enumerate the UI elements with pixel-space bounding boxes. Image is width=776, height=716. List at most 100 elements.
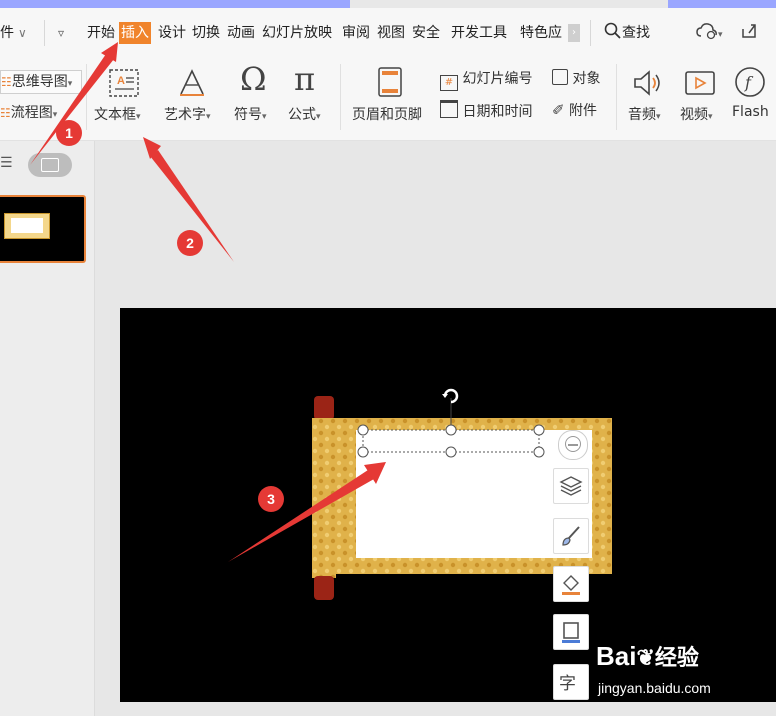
menu-divider: [590, 20, 591, 46]
search-label: 查找: [622, 25, 650, 41]
menu-tab-developer[interactable]: 开发工具: [451, 22, 507, 44]
menu-tab-home[interactable]: 开始: [87, 22, 115, 44]
date-time-label: 日期和时间: [462, 104, 533, 120]
chevron-right-icon[interactable]: ›: [568, 24, 580, 42]
flash-icon: f: [735, 67, 765, 97]
formula-label: 公式: [288, 107, 316, 123]
thumbnail-scroll-image: [4, 213, 50, 239]
menu-tab-security[interactable]: 安全: [412, 22, 440, 44]
title-strip: [0, 0, 776, 8]
title-strip-accent-left: [0, 0, 350, 8]
outline-color-button[interactable]: [553, 614, 589, 650]
watermark-url: jingyan.baidu.com: [598, 680, 711, 696]
chevron-down-icon: ▾: [708, 112, 713, 122]
quick-access-icon[interactable]: ▿: [58, 22, 64, 44]
paint-bucket-icon: [562, 575, 580, 595]
minus-bar: [568, 444, 578, 446]
outline-view-icon[interactable]: ☰: [0, 155, 13, 171]
menu-tab-slideshow[interactable]: 幻灯片放映: [262, 22, 332, 44]
object-button[interactable]: 对象: [552, 68, 600, 88]
hash-icon: #: [440, 75, 458, 91]
wordart-label: 艺术字: [164, 107, 206, 123]
slides-view-toggle[interactable]: [28, 153, 72, 177]
ribbon-divider: [86, 64, 87, 130]
video-icon: [685, 71, 715, 95]
fill-color-button[interactable]: [553, 566, 589, 602]
attachment-button[interactable]: ✐ 附件: [552, 100, 597, 120]
slides-view-icon: [41, 158, 59, 172]
thumbnail-scroll-paper: [11, 218, 43, 233]
slide-thumbnail-1[interactable]: [0, 195, 86, 263]
watermark-brand-cn: 经验: [654, 645, 699, 670]
mindmap-button[interactable]: ☷思维导图▾: [0, 70, 82, 94]
text-direction-button[interactable]: 字: [553, 664, 589, 700]
chevron-down-icon[interactable]: ∨: [18, 22, 27, 44]
annotation-badge-2: 2: [177, 230, 203, 256]
date-time-button[interactable]: 日期和时间: [440, 100, 532, 121]
video-button[interactable]: 视频▾: [676, 64, 726, 134]
omega-icon: Ω: [240, 60, 267, 98]
menu-file-partial[interactable]: 件: [0, 22, 14, 44]
chevron-down-icon: ▾: [718, 30, 723, 40]
textbox-icon: A: [109, 69, 139, 97]
flash-label: Flash: [732, 104, 769, 120]
paperclip-icon: ✐: [552, 101, 565, 119]
chevron-down-icon: ▾: [206, 112, 211, 122]
flowchart-label: 流程图: [10, 105, 53, 121]
slide-number-label: 幻灯片编号: [462, 71, 533, 87]
menu-tab-transition[interactable]: 切换: [192, 22, 220, 44]
menu-tab-features[interactable]: 特色应: [520, 22, 562, 44]
chevron-down-icon: ▾: [136, 112, 141, 122]
textbox-button[interactable]: A 文本框▾: [94, 64, 154, 134]
object-label: 对象: [572, 71, 601, 87]
ribbon-divider: [340, 64, 341, 130]
menu-bar: 件 ∨ ▿ 开始 插入 设计 切换 动画 幻灯片放映 审阅 视图 安全 开发工具…: [0, 8, 776, 56]
audio-button[interactable]: 音频▾: [624, 64, 674, 134]
paw-icon: ❦: [636, 645, 655, 670]
share-icon: [742, 24, 756, 38]
svg-text:A: A: [117, 75, 125, 87]
slide-number-button[interactable]: # 幻灯片编号: [440, 68, 532, 91]
search-button[interactable]: 查找: [604, 22, 650, 44]
share-button[interactable]: [740, 22, 758, 44]
cloud-icon: [696, 23, 717, 40]
watermark-logo: Bai❦经验: [596, 640, 699, 672]
title-strip-accent-right: [668, 0, 776, 8]
annotation-badge-3: 3: [258, 486, 284, 512]
menu-tab-review[interactable]: 审阅: [342, 22, 370, 44]
outline-icon: [562, 622, 580, 643]
attachment-label: 附件: [569, 103, 598, 119]
cloud-sync-button[interactable]: ▾: [696, 22, 723, 44]
flowchart-icon: ☷: [0, 106, 11, 120]
watermark-brand: Bai: [596, 641, 637, 671]
audio-label: 音频: [628, 107, 656, 123]
annotation-badge-1: 1: [56, 120, 82, 146]
slide-thumbnail-panel: ☰: [0, 141, 95, 716]
text-icon: 字: [559, 674, 576, 694]
menu-tab-animation[interactable]: 动画: [227, 22, 255, 44]
insert-ribbon: ☷思维导图▾ ☷流程图▾ A 文本框▾ 艺术字▾ Ω 符号▾ π 公式▾ 页眉和…: [0, 56, 776, 141]
textbox-selection[interactable]: [356, 388, 556, 468]
svg-text:f: f: [744, 73, 754, 92]
flowchart-button[interactable]: ☷流程图▾: [0, 102, 57, 122]
brush-icon: [562, 526, 580, 546]
flash-button[interactable]: f Flash: [728, 64, 776, 134]
menu-tab-insert[interactable]: 插入: [119, 22, 151, 44]
header-footer-label: 页眉和页脚: [352, 107, 422, 123]
header-footer-button[interactable]: 页眉和页脚: [348, 64, 432, 134]
collapse-button[interactable]: [558, 430, 588, 460]
format-painter-button[interactable]: [553, 518, 589, 554]
chevron-down-icon: ▾: [52, 110, 58, 120]
chevron-down-icon: ▾: [67, 79, 73, 89]
chevron-down-icon: ▾: [656, 112, 661, 122]
formula-button[interactable]: π 公式▾: [286, 60, 336, 134]
layer-button[interactable]: [553, 468, 589, 504]
menu-tab-design[interactable]: 设计: [158, 22, 186, 44]
wordart-icon: [180, 69, 204, 96]
layers-icon: [559, 476, 583, 496]
symbol-button[interactable]: Ω 符号▾: [232, 60, 282, 134]
wordart-button[interactable]: 艺术字▾: [162, 64, 222, 134]
menu-tab-view[interactable]: 视图: [377, 22, 405, 44]
menu-divider: [44, 20, 45, 46]
video-label: 视频: [680, 107, 708, 123]
